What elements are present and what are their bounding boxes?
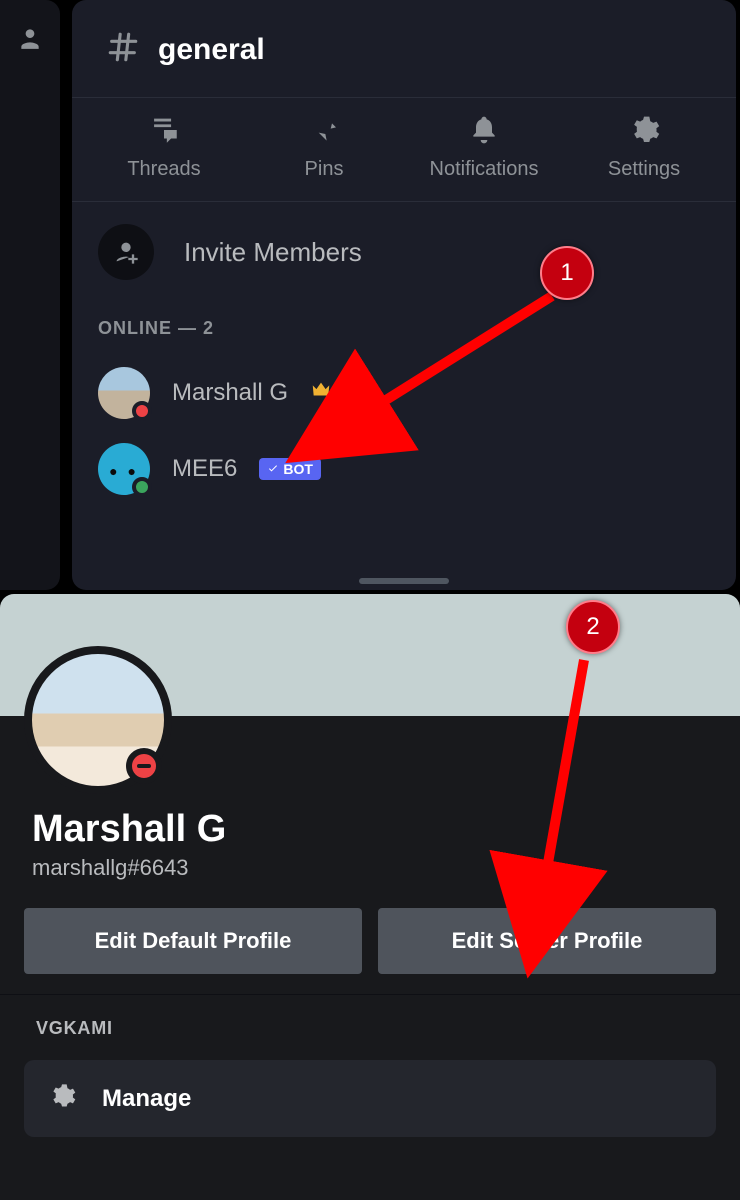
server-section-label: VGKAMI — [36, 1018, 113, 1039]
pins-label: Pins — [305, 158, 344, 181]
member-name: MEE6 — [172, 455, 237, 483]
online-section-label: ONLINE — 2 — [72, 302, 736, 357]
members-icon — [17, 25, 43, 58]
channel-toolbar: Threads Pins Notifications Settings — [72, 97, 736, 202]
member-row-marshall[interactable]: Marshall G — [72, 357, 736, 433]
channel-name: general — [158, 33, 265, 67]
gear-icon — [48, 1082, 76, 1115]
profile-display-name: Marshall G — [32, 808, 226, 851]
profile-identity: Marshall G marshallg#6643 — [32, 808, 226, 881]
profile-tag: marshallg#6643 — [32, 855, 226, 881]
profile-avatar[interactable] — [24, 646, 172, 794]
notifications-button[interactable]: Notifications — [404, 112, 564, 181]
status-online-icon — [132, 477, 152, 497]
hashtag-icon — [106, 30, 140, 69]
avatar: ● ● — [98, 443, 150, 495]
channel-members-panel: general Threads Pins Notifications Setti… — [72, 0, 736, 590]
profile-button-row: Edit Default Profile Edit Server Profile — [24, 908, 716, 974]
crown-icon — [310, 379, 332, 407]
pin-icon — [308, 112, 340, 148]
invite-label: Invite Members — [184, 237, 362, 268]
threads-button[interactable]: Threads — [84, 112, 244, 181]
pins-button[interactable]: Pins — [244, 112, 404, 181]
manage-button[interactable]: Manage — [24, 1060, 716, 1137]
invite-members-button[interactable]: Invite Members — [72, 202, 736, 302]
invite-icon — [98, 224, 154, 280]
bot-badge-text: BOT — [283, 461, 313, 477]
channel-header: general — [72, 30, 736, 97]
divider — [0, 994, 740, 995]
member-row-mee6[interactable]: ● ● MEE6 BOT — [72, 433, 736, 509]
status-dnd-icon — [126, 748, 162, 784]
profile-sheet: Marshall G marshallg#6643 Edit Default P… — [0, 594, 740, 1200]
settings-label: Settings — [608, 158, 680, 181]
home-indicator — [359, 578, 449, 584]
threads-icon — [147, 112, 181, 148]
server-list-sliver — [0, 0, 60, 590]
edit-server-profile-button[interactable]: Edit Server Profile — [378, 908, 716, 974]
notifications-label: Notifications — [430, 158, 539, 181]
gear-icon — [628, 112, 660, 148]
edit-default-profile-button[interactable]: Edit Default Profile — [24, 908, 362, 974]
manage-label: Manage — [102, 1085, 191, 1113]
settings-button[interactable]: Settings — [564, 112, 724, 181]
status-dnd-icon — [132, 401, 152, 421]
bot-badge: BOT — [259, 458, 321, 480]
threads-label: Threads — [127, 158, 200, 181]
member-name: Marshall G — [172, 379, 288, 407]
bell-icon — [468, 112, 500, 148]
avatar — [98, 367, 150, 419]
